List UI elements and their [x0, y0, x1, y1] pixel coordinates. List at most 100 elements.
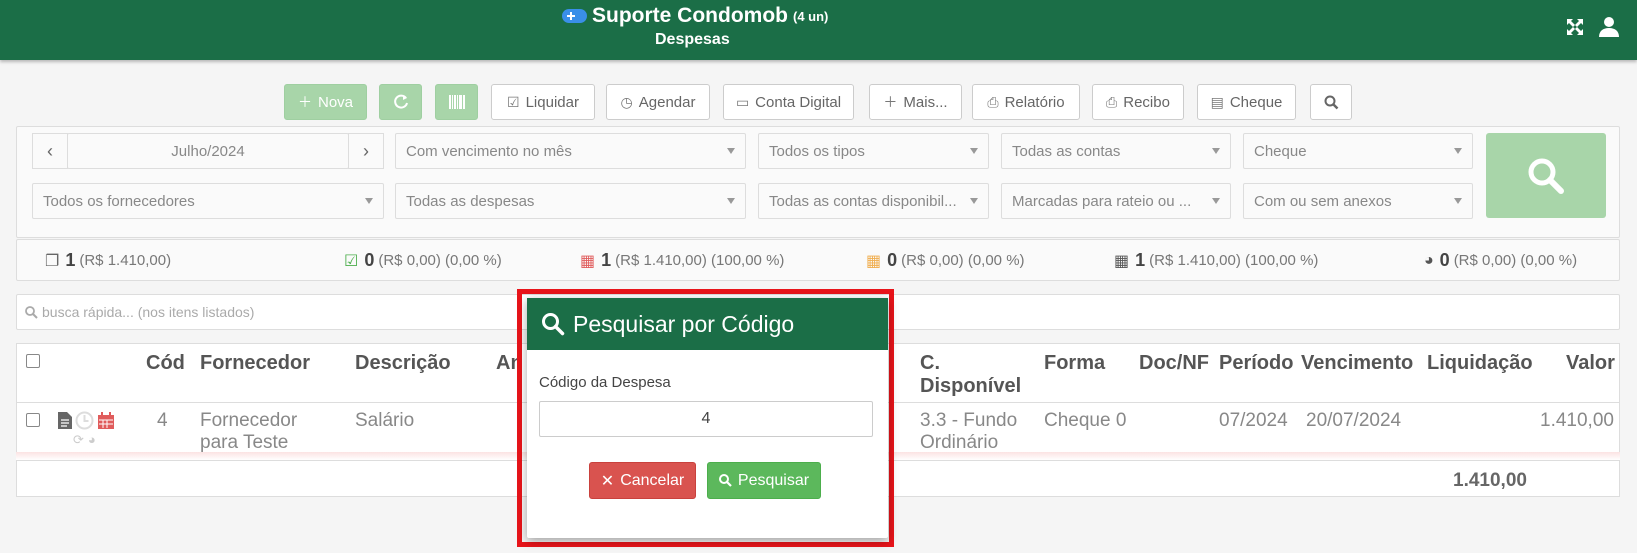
header-disponivel-line2[interactable]: Disponível [920, 375, 1021, 398]
barcode-button[interactable] [435, 84, 478, 120]
header-descricao[interactable]: Descrição [355, 352, 451, 375]
stat-liquidadas[interactable]: ☑ 0 (R$ 0,00) (0,00 %) [344, 250, 502, 271]
stat-rateio[interactable]: ◕ 0 (R$ 0,00) (0,00 %) [1424, 250, 1577, 271]
refresh-icon [393, 94, 408, 109]
document-icon[interactable] [58, 412, 72, 429]
agendar-button[interactable]: ◷ Agendar [606, 84, 710, 120]
cell-fornecedor-line2: para Teste [200, 432, 289, 453]
tipos-select[interactable]: Todos os tipos [758, 133, 989, 169]
filter-search-button[interactable] [1486, 133, 1606, 218]
check-square-icon: ☑ [507, 93, 520, 110]
recibo-button[interactable]: ⎙ Recibo [1092, 84, 1184, 120]
close-icon: ✕ [600, 472, 615, 490]
calendar-icon: ▦ [866, 252, 882, 270]
header-liquidacao[interactable]: Liquidação [1427, 352, 1533, 375]
cancel-button[interactable]: ✕ Cancelar [589, 462, 696, 499]
cell-vencimento: 20/07/2024 [1306, 410, 1402, 431]
cell-disponivel-line2: Ordinário [920, 432, 999, 453]
fullscreen-icon[interactable] [1562, 14, 1588, 40]
conta-digital-button[interactable]: ▭ Conta Digital [723, 84, 854, 120]
despesas-select[interactable]: Todas as despesas [395, 183, 746, 219]
stat-calendario[interactable]: ▦ 1 (R$ 1.410,00) (100,00 %) [1114, 250, 1318, 271]
plus-icon: ＋ [297, 94, 312, 110]
cell-forma: Cheque 0 [1044, 410, 1127, 431]
anexos-select[interactable]: Com ou sem anexos [1243, 183, 1473, 219]
stat-a-vencer[interactable]: ▦ 0 (R$ 0,00) (0,00 %) [866, 250, 1025, 271]
refresh-icon[interactable]: ⟳ [73, 432, 84, 448]
next-month-button[interactable]: › [348, 133, 384, 169]
search-icon [1528, 158, 1564, 194]
dialog-title: Pesquisar por Código [573, 310, 795, 337]
search-icon [718, 474, 732, 487]
clock-icon[interactable] [75, 411, 94, 430]
code-search-button[interactable] [1310, 84, 1352, 120]
header-docnf[interactable]: Doc/NF [1139, 352, 1209, 375]
caret-down-icon [970, 148, 978, 154]
cell-descricao: Salário [355, 410, 415, 431]
header-valor[interactable]: Valor [1566, 352, 1615, 375]
barcode-icon [448, 95, 465, 109]
stat-vencidas[interactable]: ▦ 1 (R$ 1.410,00) (100,00 %) [580, 250, 784, 271]
fornecedores-select[interactable]: Todos os fornecedores [32, 183, 384, 219]
pesquisar-button[interactable]: Pesquisar [707, 462, 821, 499]
table-total: 1.410,00 [1453, 470, 1527, 491]
header-disponivel-line1[interactable]: C. [920, 352, 940, 375]
more-button[interactable]: ＋ Mais... [869, 84, 962, 120]
caret-down-icon [1454, 198, 1462, 204]
new-button[interactable]: ＋ Nova [284, 84, 367, 120]
check-square-icon: ☑ [344, 252, 359, 270]
month-field[interactable]: Julho/2024 [67, 133, 349, 169]
chevron-left-icon: ‹ [47, 140, 53, 161]
pie-chart-icon: ◕ [1424, 251, 1434, 269]
row-action-icons [58, 411, 115, 430]
stat-total[interactable]: ❐ 1 (R$ 1.410,00) [45, 250, 171, 271]
cell-cod: 4 [157, 410, 168, 431]
contas-disponiveis-select[interactable]: Todas as contas disponibil... [758, 183, 989, 219]
cell-disponivel-line1: 3.3 - Fundo [920, 410, 1018, 431]
cell-fornecedor-line1: Fornecedor [200, 410, 298, 431]
page-title: Despesas [655, 31, 730, 48]
liquidar-button[interactable]: ☑ Liquidar [491, 84, 595, 120]
vencimento-select[interactable]: Com vencimento no mês [395, 133, 746, 169]
search-icon [25, 305, 38, 319]
cell-periodo: 07/2024 [1219, 410, 1288, 431]
cheque-button[interactable]: ▤ Cheque [1197, 84, 1296, 120]
forma-select[interactable]: Cheque [1243, 133, 1473, 169]
calendar-icon[interactable] [97, 411, 115, 430]
search-icon [542, 313, 565, 336]
caret-down-icon [365, 198, 373, 204]
app-brand[interactable]: Suporte Condomob (4 un) [562, 4, 828, 28]
code-search-dialog: Pesquisar por Código Código da Despesa ✕… [527, 298, 888, 538]
cell-valor: 1.410,00 [1540, 410, 1614, 431]
refresh-button[interactable] [379, 84, 422, 120]
row-secondary-icons: ⟳ ◕ [73, 432, 96, 448]
codigo-label: Código da Despesa [539, 374, 671, 391]
header-vencimento[interactable]: Vencimento [1301, 352, 1413, 375]
stats-bar [16, 239, 1620, 281]
credit-card-icon: ▭ [735, 93, 750, 110]
header-periodo[interactable]: Período [1219, 352, 1293, 375]
header-cod[interactable]: Cód [146, 352, 185, 375]
prev-month-button[interactable]: ‹ [32, 133, 68, 169]
header-forma[interactable]: Forma [1044, 352, 1105, 375]
caret-down-icon [970, 198, 978, 204]
print-icon: ⎙ [1106, 93, 1118, 110]
pie-chart-icon[interactable]: ◕ [88, 432, 96, 448]
caret-down-icon [1212, 148, 1220, 154]
header-fornecedor[interactable]: Fornecedor [200, 352, 310, 375]
caret-down-icon [727, 148, 735, 154]
clock-icon: ◷ [620, 93, 633, 110]
row-checkbox[interactable] [26, 413, 40, 427]
caret-down-icon [1454, 148, 1462, 154]
relatorio-button[interactable]: ⎙ Relatório [972, 84, 1080, 120]
select-all-checkbox[interactable] [26, 354, 40, 368]
dialog-header: Pesquisar por Código [527, 298, 888, 350]
rateio-select[interactable]: Marcadas para rateio ou ... [1001, 183, 1231, 219]
copy-icon: ❐ [45, 252, 60, 270]
caret-down-icon [1212, 198, 1220, 204]
file-icon: ▤ [1210, 93, 1224, 110]
contas-select[interactable]: Todas as contas [1001, 133, 1231, 169]
calendar-icon: ▦ [580, 252, 596, 270]
user-icon[interactable] [1596, 14, 1622, 40]
codigo-input[interactable] [539, 401, 873, 437]
